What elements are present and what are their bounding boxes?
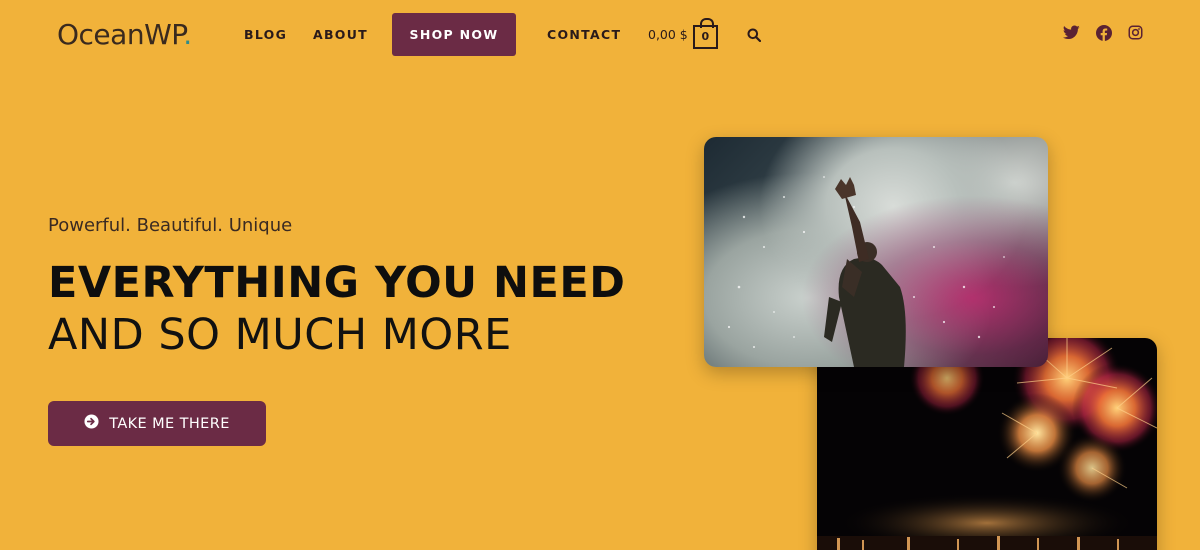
twitter-icon[interactable] bbox=[1062, 25, 1080, 44]
hero-headline-light: AND SO MUCH MORE bbox=[48, 310, 512, 360]
site-header: OceanWP. BLOG ABOUT SHOP NOW CONTACT 0,0… bbox=[0, 0, 1200, 70]
cart-bag-icon: 0 bbox=[692, 17, 718, 49]
concert-performer-illustration bbox=[727, 176, 1005, 367]
fireworks-illustration bbox=[817, 338, 1157, 550]
nav-about[interactable]: ABOUT bbox=[313, 27, 368, 42]
concert-photo bbox=[704, 137, 1048, 367]
take-me-there-button[interactable]: TAKE ME THERE bbox=[48, 401, 266, 446]
nav-contact[interactable]: CONTACT bbox=[547, 27, 621, 42]
arrow-circle-right-icon bbox=[84, 414, 99, 433]
cta-label: TAKE ME THERE bbox=[109, 415, 230, 432]
logo-dot: . bbox=[183, 18, 192, 51]
cart-count: 0 bbox=[701, 30, 710, 43]
shop-now-button[interactable]: SHOP NOW bbox=[392, 13, 516, 56]
fireworks-photo bbox=[817, 338, 1157, 550]
site-logo[interactable]: OceanWP. bbox=[57, 18, 192, 51]
nav-blog[interactable]: BLOG bbox=[244, 27, 287, 42]
search-icon[interactable] bbox=[747, 27, 762, 46]
facebook-icon[interactable] bbox=[1096, 25, 1112, 45]
cart-total: 0,00 $ bbox=[648, 26, 688, 42]
cart-link[interactable]: 0,00 $ 0 bbox=[648, 17, 718, 50]
instagram-icon[interactable] bbox=[1128, 25, 1143, 44]
hero-tagline: Powerful. Beautiful. Unique bbox=[48, 215, 293, 236]
logo-text: OceanWP bbox=[57, 18, 184, 51]
hero-headline-bold: EVERYTHING YOU NEED bbox=[48, 258, 626, 308]
